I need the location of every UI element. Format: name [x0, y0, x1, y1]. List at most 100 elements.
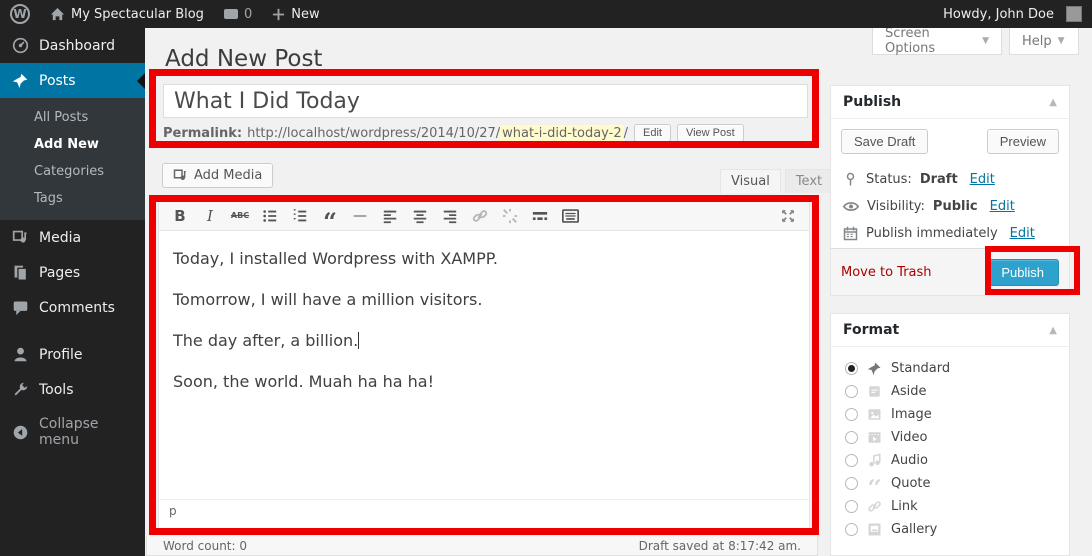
- format-label: Standard: [891, 361, 950, 376]
- format-option-aside[interactable]: Aside: [841, 380, 1059, 403]
- permalink-base: http://localhost/wordpress/2014/10/27/: [247, 126, 500, 141]
- align-center-button[interactable]: [407, 204, 433, 228]
- format-option-standard[interactable]: Standard: [841, 357, 1059, 380]
- help-button[interactable]: Help ▼: [1009, 28, 1079, 55]
- comments-admin-link[interactable]: 0: [214, 0, 262, 28]
- site-name-link[interactable]: My Spectacular Blog: [40, 0, 214, 28]
- view-post-button[interactable]: View Post: [677, 124, 744, 142]
- admin-sidebar: Dashboard Posts All Posts Add New Catego…: [0, 28, 145, 556]
- align-left-button[interactable]: [377, 204, 403, 228]
- radio-video[interactable]: [845, 431, 858, 444]
- permalink-label: Permalink:: [163, 126, 242, 141]
- permalink-row: Permalink: http://localhost/wordpress/20…: [163, 124, 813, 142]
- save-draft-button[interactable]: Save Draft: [841, 129, 928, 154]
- radio-image[interactable]: [845, 408, 858, 421]
- add-media-label: Add Media: [194, 168, 262, 183]
- home-icon: [50, 7, 65, 22]
- format-box-title: Format: [843, 322, 899, 338]
- radio-gallery[interactable]: [845, 523, 858, 536]
- add-media-button[interactable]: Add Media: [162, 163, 273, 188]
- chevron-down-icon: ▼: [982, 36, 989, 46]
- sidebar-item-dashboard[interactable]: Dashboard: [0, 28, 145, 63]
- editor-element-path[interactable]: p: [159, 499, 809, 523]
- blockquote-button[interactable]: “: [317, 204, 343, 228]
- align-right-button[interactable]: [437, 204, 463, 228]
- user-account-menu[interactable]: Howdy, John Doe: [933, 0, 1092, 28]
- submenu-categories[interactable]: Categories: [0, 158, 145, 185]
- new-content-menu[interactable]: New: [262, 0, 329, 28]
- sidebar-item-profile[interactable]: Profile: [0, 337, 145, 372]
- sidebar-item-media[interactable]: Media: [0, 220, 145, 255]
- visibility-value: Public: [933, 199, 978, 214]
- distraction-free-button[interactable]: [775, 204, 801, 228]
- sidebar-item-label: Media: [39, 230, 81, 246]
- publish-metabox: Publish ▲ Save Draft Preview Status: Dra…: [830, 85, 1070, 296]
- horizontal-rule-button[interactable]: —: [347, 204, 373, 228]
- radio-link[interactable]: [845, 500, 858, 513]
- radio-audio[interactable]: [845, 454, 858, 467]
- video-icon: [867, 430, 882, 445]
- preview-button[interactable]: Preview: [987, 129, 1059, 154]
- edit-status-link[interactable]: Edit: [970, 172, 995, 187]
- format-label: Aside: [891, 384, 927, 399]
- sidebar-item-pages[interactable]: Pages: [0, 255, 145, 290]
- bold-button[interactable]: B: [167, 204, 193, 228]
- new-label: New: [291, 7, 319, 22]
- media-icon: [12, 229, 29, 246]
- submenu-all-posts[interactable]: All Posts: [0, 104, 145, 131]
- pages-icon: [12, 264, 29, 281]
- italic-button[interactable]: I: [197, 204, 223, 228]
- wordpress-logo-menu[interactable]: W: [0, 0, 40, 28]
- submenu-add-new[interactable]: Add New: [0, 131, 145, 158]
- permalink-slug: what-i-did-today-2: [500, 125, 623, 142]
- submenu-tags[interactable]: Tags: [0, 185, 145, 212]
- tab-text[interactable]: Text: [785, 169, 833, 193]
- post-title-input[interactable]: [163, 84, 808, 118]
- format-option-audio[interactable]: Audio: [841, 449, 1059, 472]
- posts-submenu: All Posts Add New Categories Tags: [0, 98, 145, 220]
- comments-count: 0: [244, 7, 252, 22]
- content-paragraph: Tomorrow, I will have a million visitors…: [173, 288, 795, 312]
- move-to-trash-link[interactable]: Move to Trash: [841, 265, 932, 280]
- format-box-header[interactable]: Format ▲: [831, 314, 1069, 347]
- collapse-toggle-icon[interactable]: ▲: [1049, 97, 1057, 108]
- sidebar-item-comments[interactable]: Comments: [0, 290, 145, 325]
- radio-quote[interactable]: [845, 477, 858, 490]
- radio-standard[interactable]: [845, 362, 858, 375]
- tab-visual[interactable]: Visual: [720, 169, 781, 193]
- publish-button[interactable]: Publish: [986, 259, 1059, 286]
- format-metabox: Format ▲ Standard Aside Image Video Audi…: [830, 313, 1070, 556]
- format-option-video[interactable]: Video: [841, 426, 1059, 449]
- numbered-list-button[interactable]: [287, 204, 313, 228]
- insert-link-button[interactable]: [467, 204, 493, 228]
- dashboard-icon: [12, 37, 29, 54]
- sidebar-item-tools[interactable]: Tools: [0, 372, 145, 407]
- visibility-label: Visibility:: [867, 199, 925, 214]
- edit-visibility-link[interactable]: Edit: [990, 199, 1015, 214]
- publish-box-title: Publish: [843, 94, 901, 110]
- edit-permalink-button[interactable]: Edit: [634, 124, 671, 142]
- radio-aside[interactable]: [845, 385, 858, 398]
- format-option-image[interactable]: Image: [841, 403, 1059, 426]
- format-label: Quote: [891, 476, 931, 491]
- image-icon: [867, 407, 882, 422]
- editor-content-area[interactable]: Today, I installed Wordpress with XAMPP.…: [159, 231, 809, 499]
- screen-options-button[interactable]: Screen Options ▼: [872, 28, 1002, 55]
- publish-box-header[interactable]: Publish ▲: [831, 86, 1069, 119]
- bullet-list-button[interactable]: [257, 204, 283, 228]
- schedule-text: Publish immediately: [866, 226, 998, 241]
- strikethrough-button[interactable]: ABC: [227, 204, 253, 228]
- sidebar-item-label: Collapse menu: [39, 416, 133, 448]
- read-more-tag-button[interactable]: [527, 204, 553, 228]
- edit-schedule-link[interactable]: Edit: [1010, 226, 1035, 241]
- remove-link-button[interactable]: [497, 204, 523, 228]
- collapse-toggle-icon[interactable]: ▲: [1049, 325, 1057, 336]
- status-value: Draft: [920, 172, 958, 187]
- format-option-link[interactable]: Link: [841, 495, 1059, 518]
- format-option-gallery[interactable]: Gallery: [841, 518, 1059, 541]
- format-option-quote[interactable]: Quote: [841, 472, 1059, 495]
- format-label: Image: [891, 407, 932, 422]
- sidebar-item-posts[interactable]: Posts: [0, 63, 145, 98]
- sidebar-item-collapse-menu[interactable]: Collapse menu: [0, 407, 145, 457]
- toolbar-toggle-button[interactable]: [557, 204, 583, 228]
